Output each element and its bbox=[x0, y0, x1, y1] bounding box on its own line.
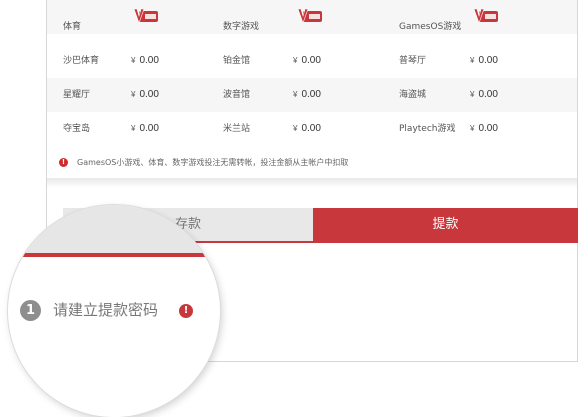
step-label[interactable]: 请建立提款密码 bbox=[53, 301, 158, 319]
divider bbox=[47, 178, 577, 188]
game-hall-label: 夺宝岛 bbox=[63, 124, 91, 134]
balance-row: 星耀厅 ¥0.00 波音馆 ¥0.00 海盗城 ¥0.00 bbox=[47, 78, 577, 112]
balance-grid: 体育 数字游戏 GamesOS游戏 沙巴体育 ¥ 0.00 铂金馆 ¥ 0.00… bbox=[47, 0, 577, 146]
game-hall-label: 铂金馆 bbox=[223, 56, 251, 66]
game-hall-label: 米兰站 bbox=[223, 124, 251, 134]
v-badge-icon bbox=[133, 8, 159, 26]
balance-value: ¥0.00 bbox=[293, 123, 321, 134]
tab-withdraw[interactable]: 提款 bbox=[313, 208, 578, 241]
alert-icon: ! bbox=[179, 304, 193, 318]
balance-value: ¥0.00 bbox=[131, 89, 159, 100]
game-hall-label: 波音馆 bbox=[223, 90, 251, 100]
notice-text: GamesOS小游戏、体育、数字游戏投注无需转帐，投注金额从主帐户中扣取 bbox=[77, 158, 349, 167]
balance-value: ¥0.00 bbox=[470, 123, 498, 134]
balance-value: ¥0.00 bbox=[470, 55, 498, 66]
zoomed-tab-deposit bbox=[8, 205, 220, 253]
game-hall-label: 海盗城 bbox=[399, 90, 427, 100]
game-hall-label: 星耀厅 bbox=[63, 90, 91, 100]
alert-icon: ! bbox=[59, 158, 68, 167]
game-hall-label: Playtech游戏 bbox=[399, 124, 456, 134]
balance-row: 沙巴体育 ¥0.00 铂金馆 ¥0.00 普琴厅 ¥0.00 bbox=[47, 44, 577, 78]
v-badge-icon bbox=[473, 8, 499, 26]
category-label: 体育 bbox=[63, 22, 82, 32]
balance-value: ¥0.00 bbox=[131, 55, 159, 66]
balance-row: 夺宝岛 ¥0.00 米兰站 ¥0.00 Playtech游戏 ¥0.00 bbox=[47, 112, 577, 146]
balance-row-header: 体育 数字游戏 GamesOS游戏 bbox=[47, 0, 577, 34]
step-number-badge: 1 bbox=[20, 300, 41, 321]
game-hall-label: 普琴厅 bbox=[399, 56, 427, 66]
category-label: 数字游戏 bbox=[223, 22, 260, 32]
zoom-callout: 1 请建立提款密码 ! bbox=[8, 205, 220, 417]
balance-value: ¥0.00 bbox=[293, 55, 321, 66]
game-hall-label: 沙巴体育 bbox=[63, 56, 100, 66]
category-label: GamesOS游戏 bbox=[399, 22, 462, 32]
v-badge-icon bbox=[297, 8, 323, 26]
balance-value: ¥0.00 bbox=[131, 123, 159, 134]
balance-value: ¥0.00 bbox=[293, 89, 321, 100]
zoomed-tab-underline bbox=[8, 253, 220, 257]
transfer-notice: ! GamesOS小游戏、体育、数字游戏投注无需转帐，投注金额从主帐户中扣取 bbox=[59, 157, 559, 171]
balance-value: ¥0.00 bbox=[470, 89, 498, 100]
